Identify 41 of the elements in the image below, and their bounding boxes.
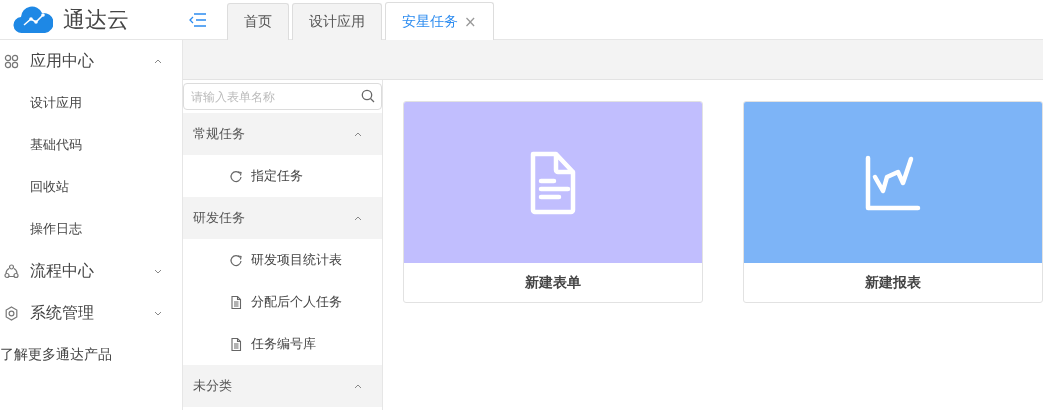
- submenu-item[interactable]: 基础代码: [0, 124, 182, 166]
- refresh-icon: [229, 252, 243, 268]
- menu-item[interactable]: 应用中心: [0, 40, 182, 82]
- group-header[interactable]: 未分类: [183, 365, 382, 407]
- chevron-up-icon: [154, 57, 162, 65]
- refresh-icon: [229, 168, 243, 184]
- search-icon: [361, 89, 375, 103]
- form-list-item[interactable]: 研发项目统计表: [183, 239, 382, 281]
- form-list-item[interactable]: 分配后个人任务: [183, 281, 382, 323]
- create-card[interactable]: 新建报表: [743, 101, 1043, 303]
- create-card[interactable]: 新建表单: [403, 101, 703, 303]
- submenu-item[interactable]: 操作日志: [0, 208, 182, 250]
- menu-item[interactable]: 系统管理: [0, 292, 182, 334]
- group-header[interactable]: 常规任务: [183, 113, 382, 155]
- chevron-up-icon: [354, 214, 362, 222]
- chevron-up-icon: [354, 382, 362, 390]
- tab[interactable]: 设计应用: [292, 3, 382, 40]
- cloud-logo-icon: [13, 5, 53, 34]
- collapse-menu-icon: [189, 11, 207, 28]
- chevron-down-icon: [154, 309, 162, 317]
- tab[interactable]: 首页: [227, 3, 289, 40]
- submenu-item[interactable]: 设计应用: [0, 82, 182, 124]
- form-list-item[interactable]: 任务编号库: [183, 323, 382, 365]
- form-list-item[interactable]: 指定任务: [183, 155, 382, 197]
- search-field[interactable]: 请输入表单名称: [183, 83, 382, 110]
- chevron-down-icon: [154, 267, 162, 275]
- logo-text: 通达云: [63, 5, 129, 34]
- chevron-up-icon: [354, 130, 362, 138]
- more-products-link[interactable]: 了解更多通达产品: [0, 334, 182, 376]
- submenu-item[interactable]: 回收站: [0, 166, 182, 208]
- document-icon: [229, 336, 243, 352]
- menu-toggle-button[interactable]: [189, 11, 207, 28]
- grid-icon: [4, 53, 19, 69]
- line-chart-icon: [865, 154, 921, 211]
- settings-icon: [4, 305, 19, 321]
- tab[interactable]: 安星任务 ×: [385, 2, 494, 40]
- group-header[interactable]: 研发任务: [183, 197, 382, 239]
- document-icon: [529, 150, 577, 215]
- network-icon: [4, 263, 19, 279]
- document-icon: [229, 294, 243, 310]
- menu-item[interactable]: 流程中心: [0, 250, 182, 292]
